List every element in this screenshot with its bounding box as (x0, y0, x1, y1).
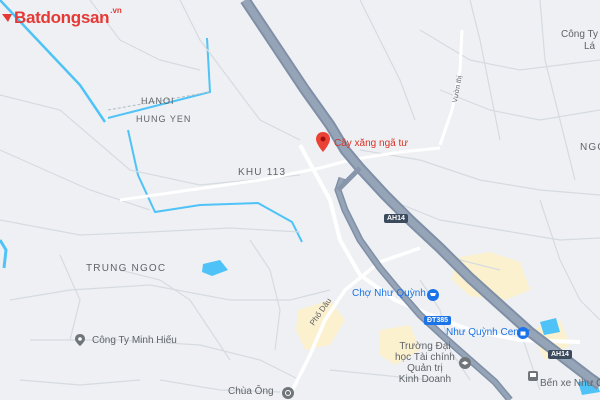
province-label-south: HUNG YEN (136, 114, 192, 124)
bus-icon[interactable] (528, 371, 538, 381)
poi-la-top[interactable]: Lá (584, 41, 595, 52)
shield-dt385: ĐT385 (424, 316, 452, 325)
poi-gas-station[interactable]: Cây xăng ngã tư (334, 138, 408, 149)
shopping-cart-icon[interactable] (427, 289, 439, 301)
province-label-north: HANOI (141, 96, 175, 106)
logo-icon (2, 14, 12, 22)
poi-cho-nhu-quynh[interactable]: Chợ Như Quỳnh (352, 288, 426, 299)
canal (0, 239, 8, 269)
poi-line: Quản trị (407, 363, 443, 374)
map-base (0, 0, 600, 400)
shield-ah14: AH14 (384, 214, 408, 223)
poi-cong-ty-top[interactable]: Công Ty (561, 29, 598, 40)
school-icon[interactable] (459, 357, 471, 369)
poi-cong-ty-minh-hieu[interactable]: Công Ty Minh Hiếu (92, 335, 177, 346)
place-pin-icon[interactable] (75, 334, 85, 346)
shield-ah14: AH14 (548, 350, 572, 359)
poi-line: học Tài chính (395, 352, 455, 363)
poi-truong-dai-hoc[interactable]: Trường Đại học Tài chính Quản trị Kinh D… (395, 341, 455, 385)
temple-icon[interactable] (282, 387, 294, 399)
area-label-trung-ngoc: TRUNG NGOC (86, 263, 167, 274)
poi-line: Trường Đại (399, 341, 451, 352)
canal (107, 37, 212, 119)
batdongsan-logo: Batdongsan .vn (2, 6, 122, 28)
map-canvas[interactable]: Batdongsan .vn HANOI HUNG YEN KHU 113 TR… (0, 0, 600, 400)
location-pin-icon[interactable] (316, 132, 330, 152)
area-label-partial: NGO (580, 142, 600, 153)
poi-chua-ong[interactable]: Chùa Ông (228, 386, 274, 397)
area-label-khu: KHU 113 (238, 167, 287, 178)
poi-line: Kinh Doanh (398, 374, 452, 385)
logo-suffix: .vn (110, 6, 122, 15)
pond (202, 260, 228, 276)
shopping-bag-icon[interactable] (517, 327, 529, 339)
poi-ben-xe[interactable]: Bến xe Như Q (540, 378, 600, 389)
logo-text: Batdongsan (14, 8, 110, 27)
